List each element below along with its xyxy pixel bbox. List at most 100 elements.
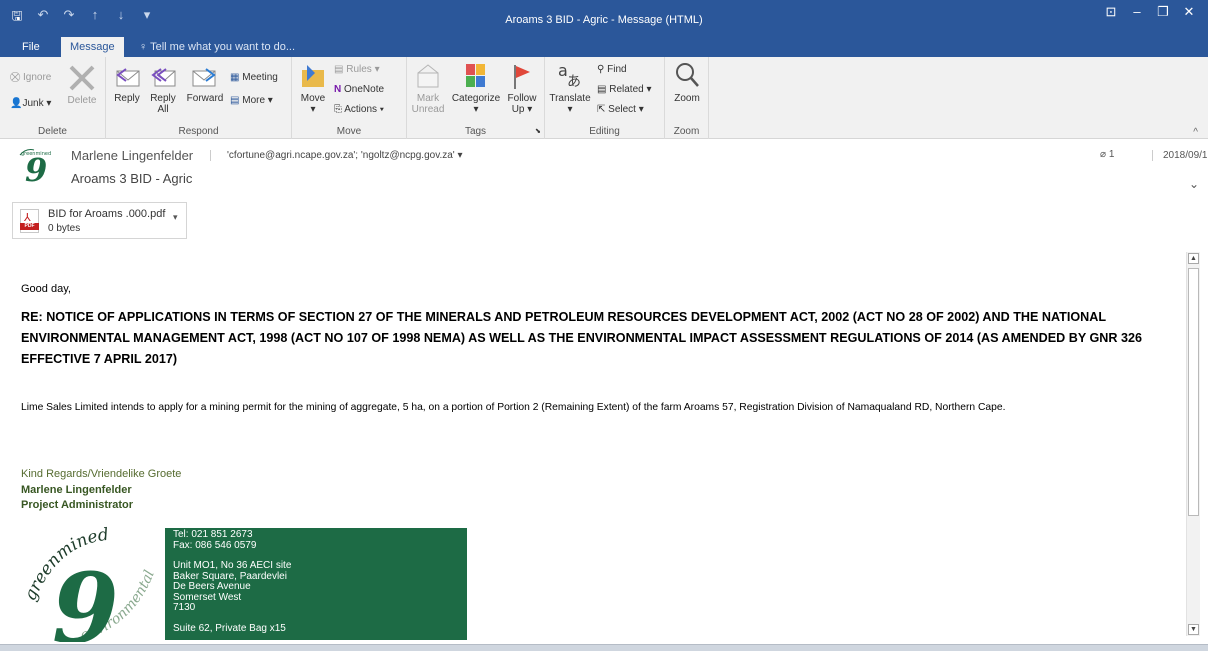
- attachment-size: 0 bytes: [48, 223, 81, 234]
- reply-all-label-1: Reply: [150, 93, 176, 104]
- close-button[interactable]: ✕: [1176, 4, 1202, 20]
- contact-addr4: Somerset West: [173, 591, 242, 603]
- magnifier-icon: [676, 63, 699, 87]
- group-delete-label: Delete: [38, 126, 67, 137]
- sender-name[interactable]: Marlene Lingenfelder: [71, 148, 193, 163]
- message-date: 2018/09/19: [1152, 150, 1208, 161]
- related-label: Related: [609, 84, 644, 95]
- message-body: Good day, RE: NOTICE OF APPLICATIONS IN …: [0, 244, 1185, 642]
- reply-label: Reply: [114, 93, 140, 104]
- body-scrollbar[interactable]: ▲ ▼: [1186, 252, 1200, 636]
- forward-icon: [192, 68, 216, 87]
- svg-text:9: 9: [25, 151, 47, 185]
- contact-card: Tel: 021 851 2673 Fax: 086 546 0579 Unit…: [165, 528, 467, 640]
- follow-up-button[interactable]: Follow Up ▾: [505, 61, 539, 115]
- collapse-ribbon-icon[interactable]: ^: [1193, 127, 1198, 138]
- move-button[interactable]: Move ▾: [298, 61, 328, 115]
- group-move-label: Move: [336, 126, 362, 137]
- categorize-button[interactable]: Categorize ▾: [449, 61, 503, 115]
- meeting-label: Meeting: [242, 72, 278, 83]
- scroll-up-arrow-icon[interactable]: ▲: [1188, 253, 1199, 264]
- follow-up-label-2: Up: [511, 104, 525, 115]
- actions-icon: ⎘: [334, 104, 342, 115]
- related-button[interactable]: ▤ Related ▾: [597, 83, 652, 96]
- tab-file[interactable]: File: [13, 37, 49, 57]
- minimize-button[interactable]: –: [1124, 4, 1150, 20]
- zoom-button[interactable]: Zoom: [669, 59, 705, 104]
- expand-header-icon[interactable]: ⌄: [1189, 177, 1199, 191]
- group-editing: a あ Translate ▾ ⚲ Find ▤ Related ▾ ⇱ Sele…: [545, 57, 665, 139]
- more-icon: ▤: [230, 95, 240, 106]
- ignore-icon: ⛒: [10, 72, 21, 83]
- tab-message[interactable]: Message: [61, 37, 124, 57]
- group-zoom: Zoom Zoom: [665, 57, 709, 139]
- find-icon: ⚲: [597, 64, 605, 75]
- attachment-chip[interactable]: ⅄ PDF BID for Aroams .000.pdf 0 bytes ▾: [12, 202, 187, 239]
- forward-button[interactable]: Forward: [184, 61, 226, 104]
- ribbon-display-options-button[interactable]: ⊡: [1098, 4, 1124, 20]
- onenote-label: OneNote: [344, 84, 385, 95]
- body-paragraph: Lime Sales Limited intends to apply for …: [21, 402, 1006, 413]
- rules-button[interactable]: ▤ Rules ▾: [334, 63, 380, 76]
- tell-me-label: Tell me what you want to do...: [150, 41, 296, 53]
- related-icon: ▤: [597, 84, 607, 95]
- move-label: Move: [300, 93, 326, 104]
- select-button[interactable]: ⇱ Select ▾: [597, 103, 644, 116]
- greeting: Good day,: [21, 283, 71, 295]
- svg-text:あ: あ: [567, 74, 581, 90]
- taskbar-edge: [0, 644, 1208, 651]
- reply-all-button[interactable]: Reply All: [146, 61, 180, 115]
- pdf-file-icon: ⅄ PDF: [20, 209, 39, 233]
- recipients-expand-icon[interactable]: ▾: [457, 150, 462, 161]
- window-title: Aroams 3 BID - Agric - Message (HTML): [505, 14, 703, 26]
- reply-icon: [116, 68, 140, 87]
- translate-button[interactable]: a あ Translate ▾: [549, 59, 591, 115]
- meeting-button[interactable]: ▦ Meeting: [230, 71, 278, 84]
- group-move: Move ▾ ▤ Rules ▾ N OneNote ⎘ Actions ▾ Mo…: [292, 57, 407, 139]
- attachment-count: ⌀ 1: [1100, 149, 1114, 160]
- contact-tel: Tel: 021 851 2673: [173, 529, 253, 540]
- rules-label: Rules: [346, 64, 372, 75]
- reply-button[interactable]: Reply: [112, 61, 142, 104]
- zoom-label: Zoom: [674, 93, 700, 104]
- tell-me-search[interactable]: ♀ Tell me what you want to do...: [130, 37, 304, 57]
- find-button[interactable]: ⚲ Find: [597, 63, 627, 76]
- more-label: More: [242, 95, 266, 106]
- attachment-name: BID for Aroams .000.pdf: [48, 208, 166, 220]
- flag-icon: [514, 65, 530, 89]
- junk-label: Junk: [22, 98, 44, 109]
- paperclip-icon: ⌀: [1100, 149, 1107, 160]
- ribbon-tabs: File Message ♀ Tell me what you want to …: [0, 34, 1208, 57]
- logo-nine-glyph: 9: [52, 552, 119, 642]
- scroll-down-arrow-icon[interactable]: ▼: [1188, 624, 1199, 635]
- title-bar: 🖫 ↶ ↷ ↑ ↓ ▾ Aroams 3 BID - Agric - Messa…: [0, 0, 1208, 34]
- message-subject: Aroams 3 BID - Agric: [71, 171, 193, 186]
- translate-icon: a あ: [558, 61, 581, 90]
- delete-x-icon: [69, 65, 95, 91]
- mark-unread-button[interactable]: Mark Unread: [411, 61, 445, 115]
- restore-button[interactable]: ❐: [1150, 4, 1176, 20]
- more-respond-button[interactable]: ▤ More ▾: [230, 94, 273, 107]
- group-respond-label: Respond: [178, 126, 219, 137]
- select-label: Select: [608, 104, 636, 115]
- categorize-label: Categorize: [451, 93, 501, 104]
- recipients-text: 'cfortune@agri.ncape.gov.za'; 'ngoltz@nc…: [227, 150, 455, 161]
- lightbulb-icon: ♀: [139, 41, 151, 53]
- scroll-thumb[interactable]: [1188, 268, 1199, 516]
- junk-button[interactable]: 👤Junk ▾: [10, 97, 51, 110]
- recipients[interactable]: 'cfortune@agri.ncape.gov.za'; 'ngoltz@nc…: [210, 150, 463, 161]
- signature-title: Project Administrator: [21, 499, 134, 511]
- greenmined-logo: greenmined environmental 9: [22, 525, 158, 642]
- ignore-button[interactable]: ⛒ Ignore: [10, 71, 51, 84]
- forward-label: Forward: [186, 93, 224, 104]
- mark-unread-label-1: Mark: [416, 93, 440, 104]
- find-label: Find: [607, 64, 627, 75]
- actions-button[interactable]: ⎘ Actions ▾: [334, 103, 384, 116]
- tags-dialog-launcher-icon[interactable]: ⬊: [535, 125, 541, 138]
- onenote-button[interactable]: N OneNote: [334, 83, 384, 96]
- delete-button[interactable]: Delete: [64, 63, 100, 106]
- group-zoom-label: Zoom: [673, 126, 700, 137]
- signature-regards: Kind Regards/Vriendelike Groete: [21, 468, 182, 480]
- attachment-menu-icon[interactable]: ▾: [173, 212, 178, 223]
- sender-avatar: greenmined 9: [19, 149, 51, 185]
